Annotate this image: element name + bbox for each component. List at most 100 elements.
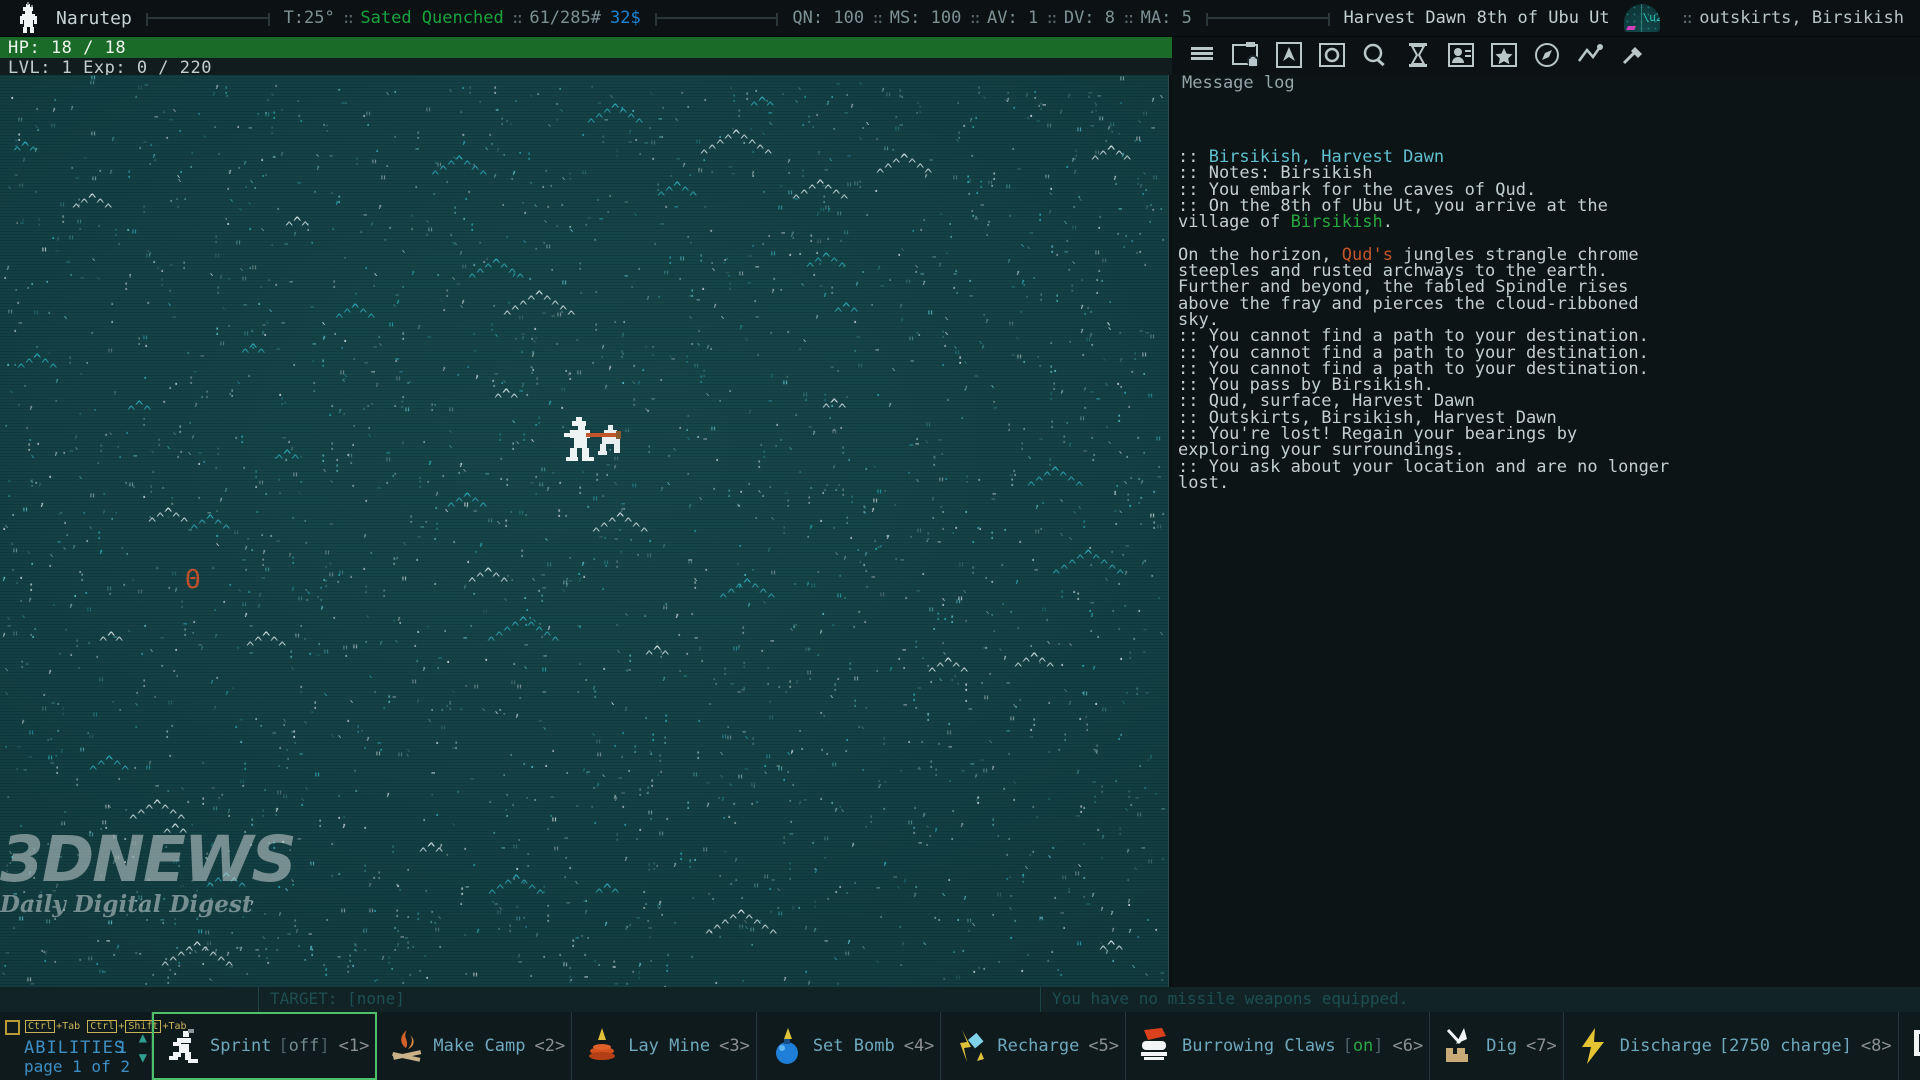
message-log-body[interactable]: :: Birsikish, Harvest Dawn:: Notes: Birs…: [1178, 149, 1916, 979]
quests-icon[interactable]: [1575, 41, 1609, 71]
divider: [654, 13, 779, 26]
ability-hotkey: <3>: [719, 1036, 750, 1056]
divider: [145, 13, 270, 26]
ability-label: Dig: [1486, 1036, 1517, 1056]
ability-slot-burrowing-claws[interactable]: Burrowing Claws [on] <6>: [1126, 1012, 1431, 1080]
ability-slot-make-camp[interactable]: Make Camp <2>: [377, 1012, 573, 1080]
movespeed-stat: MS: 100: [889, 8, 962, 28]
game-date: Harvest Dawn 8th of Ubu Ut: [1343, 8, 1610, 28]
target-status: TARGET: [none]: [270, 989, 405, 1008]
campfire-icon: [387, 1026, 427, 1066]
recharge-battery-icon: [951, 1026, 991, 1066]
hp-bar: [0, 37, 1172, 58]
world-minimap-icon[interactable]: \u25d4: [1623, 4, 1660, 32]
abilities-page-control[interactable]: Ctrl +Tab Ctrl + Shift +Tab ABILITIES page 1…: [0, 1012, 187, 1080]
ability-hotkey: <5>: [1088, 1036, 1120, 1056]
game-map[interactable]: ·: ·. - " -. ":: - -. ". ·. " ·. " `... `.: - ".. · · ", "..…: [0, 75, 1168, 987]
divider-dots: ∷: [512, 8, 523, 28]
divider-dots: ∷: [1047, 8, 1057, 28]
page-down-arrow-icon[interactable]: ▼: [139, 1050, 147, 1066]
top-status-bar: Narutep T:25° ∷ Sated Quenched ∷ 61/285#…: [0, 0, 1920, 37]
quickness-stat: QN: 100: [792, 8, 865, 28]
abilities-title: ABILITIES: [24, 1038, 126, 1058]
divider-dots: ∷: [873, 8, 883, 28]
dv-stat: DV: 8: [1063, 8, 1116, 28]
sprint-runner-icon: [164, 1026, 204, 1066]
ability-hotkey: <2>: [534, 1036, 566, 1056]
ability-slot-sprint[interactable]: Sprint [off] <1>: [152, 1012, 378, 1080]
key-hint-ctrl2: Ctrl: [87, 1020, 118, 1033]
ability-slot-recharge[interactable]: Recharge <5>: [941, 1012, 1127, 1080]
divider-dots: ∷: [343, 8, 354, 28]
ability-bar: Ctrl +Tab Ctrl + Shift +Tab ABILITIES page 1…: [0, 1012, 1920, 1080]
ability-slot-lay-mine[interactable]: Lay Mine <3>: [572, 1012, 757, 1080]
ability-slot-power-devices[interactable]: Power Devices[on]<9>: [1899, 1012, 1920, 1080]
log-line: :: You ask about your location and are n…: [1178, 456, 1670, 477]
ability-slot-set-bomb[interactable]: Set Bomb <4>: [757, 1012, 942, 1080]
abilities-page-number: 1: [117, 1038, 127, 1057]
ability-label: Lay Mine: [628, 1036, 711, 1056]
page-up-arrow-icon[interactable]: ▲: [139, 1030, 147, 1046]
ability-hotkey: <8>: [1860, 1036, 1892, 1056]
temperature-stat: T:25°: [283, 8, 335, 28]
factions-contacts-icon[interactable]: [1446, 41, 1480, 71]
skills-star-icon[interactable]: [1489, 41, 1523, 71]
ability-label: Discharge: [1619, 1036, 1712, 1056]
current-location: outskirts, Birsikish: [1699, 8, 1904, 28]
log-line: village of Birsikish.: [1178, 212, 1393, 233]
character-sheet-icon[interactable]: [1274, 41, 1308, 71]
ability-hotkey: <7>: [1525, 1036, 1557, 1056]
message-log-title: Message log: [1182, 73, 1295, 93]
burrowing-claws-icon: [1136, 1026, 1176, 1066]
ability-label: Sprint: [210, 1036, 272, 1056]
divider-dots: ∷: [1682, 8, 1693, 28]
ability-slots: Sprint [off] <1> Make Camp <2> Lay Mine <3> Set…: [152, 1012, 1920, 1080]
log-line: above the fray and pierces the cloud-rib…: [1178, 293, 1639, 314]
land-mine-icon: [582, 1026, 622, 1066]
ma-stat: MA: 5: [1140, 8, 1192, 28]
ability-page-marker-icon: [5, 1020, 20, 1035]
player-sprite: [560, 415, 652, 465]
ability-hotkey: <4>: [903, 1036, 935, 1056]
ability-toggle-state: [off]: [278, 1036, 330, 1056]
menu-hamburger-icon[interactable]: [1188, 41, 1222, 71]
inventory-cube-icon[interactable]: [1317, 41, 1351, 71]
hourglass-timer-icon[interactable]: [1403, 41, 1437, 71]
bottom-status-bar: TARGET: [none] You have no missile weapo…: [0, 987, 1920, 1012]
ability-label: Burrowing Claws: [1182, 1036, 1336, 1056]
ability-toggle-state: [on]: [1342, 1036, 1384, 1056]
journal-lock-icon[interactable]: [1231, 41, 1265, 71]
side-panel: Message log :: Birsikish, Harvest Dawn::…: [1172, 37, 1920, 987]
key-hint-ctrl: Ctrl: [25, 1020, 56, 1033]
player-portrait-icon: [14, 2, 44, 34]
divider-dots: ∷: [1124, 8, 1134, 28]
bomb-icon: [767, 1026, 807, 1066]
divider: [1205, 13, 1330, 26]
compass-icon[interactable]: [1532, 41, 1566, 71]
av-stat: AV: 1: [987, 8, 1039, 28]
ability-label: Recharge: [997, 1036, 1080, 1056]
tool-icon-bar: [1172, 37, 1920, 75]
look-magnifier-icon[interactable]: [1360, 41, 1394, 71]
ability-charge: [2750 charge]: [1718, 1036, 1852, 1056]
satiation-status: Sated Quenched: [360, 8, 504, 28]
discharge-bolt-icon: [1574, 1026, 1614, 1066]
dig-pickaxe-icon: [1440, 1026, 1480, 1066]
tinkering-icon[interactable]: [1618, 41, 1652, 71]
hp-text: HP: 18 / 18: [8, 38, 127, 58]
ability-hotkey: <1>: [338, 1036, 370, 1056]
ability-label: Make Camp: [433, 1036, 526, 1056]
ability-hotkey: <6>: [1392, 1036, 1424, 1056]
ability-label: Set Bomb: [812, 1036, 895, 1056]
divider-dots: ∷: [970, 8, 980, 28]
ability-slot-discharge[interactable]: Discharge [2750 charge] <8>: [1564, 1012, 1899, 1080]
money-stat: 32$: [609, 8, 641, 28]
vitals-panel: HP: 18 / 18 LVL: 1 Exp: 0 / 220: [0, 37, 1172, 78]
power-devices-icon: [1909, 1026, 1920, 1066]
carry-weight-stat: 61/285#: [529, 8, 601, 28]
abilities-page-label: page 1 of 2: [24, 1057, 130, 1076]
character-name: Narutep: [56, 7, 132, 29]
log-line: lost.: [1178, 472, 1230, 493]
missile-weapon-status: You have no missile weapons equipped.: [1052, 989, 1409, 1008]
ability-slot-dig[interactable]: Dig <7>: [1430, 1012, 1564, 1080]
